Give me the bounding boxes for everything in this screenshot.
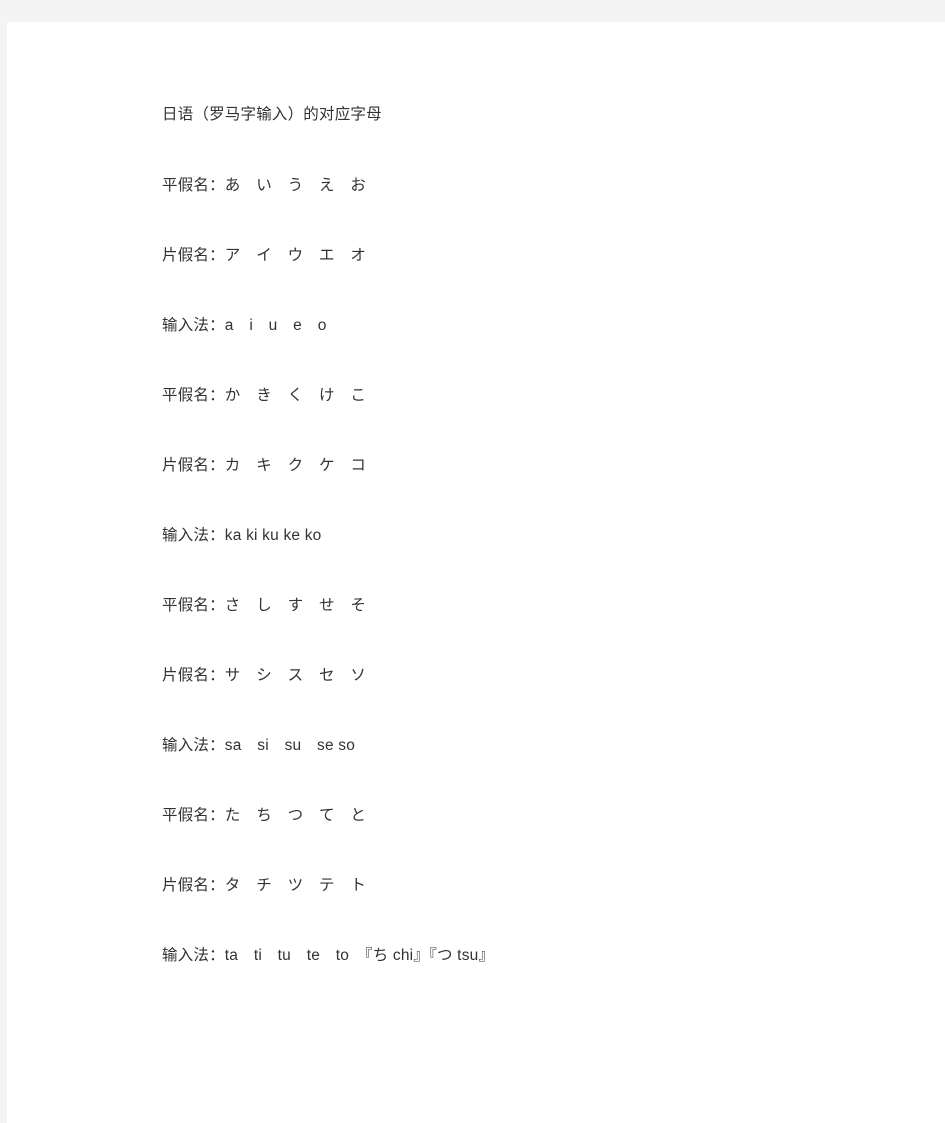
katakana-ka-row-line: 片假名：カ キ ク ケ コ — [162, 457, 367, 474]
hiragana-ta-row-line: 平假名：た ち つ て と — [162, 807, 367, 824]
katakana-sa-row-line: 片假名：サ シ ス セ ソ — [162, 667, 367, 684]
katakana-ta-row-line: 片假名：タ チ ツ テ ト — [162, 877, 367, 894]
hiragana-sa-row-line: 平假名：さ し す せ そ — [162, 597, 367, 614]
document-page: 日语（罗马字输入）的对应字母 平假名：あ い う え お 片假名：ア イ ウ エ… — [7, 22, 945, 1123]
document-viewport: 日语（罗马字输入）的对应字母 平假名：あ い う え お 片假名：ア イ ウ エ… — [0, 0, 945, 1123]
romaji-a-row-line: 输入法：a i u e o — [162, 317, 327, 334]
page-top-gutter — [0, 0, 945, 22]
katakana-a-row-line: 片假名：ア イ ウ エ オ — [162, 247, 367, 264]
hiragana-a-row-line: 平假名：あ い う え お — [162, 177, 367, 194]
romaji-ka-row-line: 输入法：ka ki ku ke ko — [162, 527, 322, 544]
document-body: 日语（罗马字输入）的对应字母 平假名：あ い う え お 片假名：ア イ ウ エ… — [162, 107, 922, 970]
romaji-ta-row-line: 输入法：ta ti tu te to 『ち chi』『つ tsu』 — [162, 947, 495, 964]
page-title: 日语（罗马字输入）的对应字母 — [162, 106, 382, 123]
romaji-sa-row-line: 输入法：sa si su se so — [162, 737, 356, 754]
hiragana-ka-row-line: 平假名：か き く け こ — [162, 387, 367, 404]
